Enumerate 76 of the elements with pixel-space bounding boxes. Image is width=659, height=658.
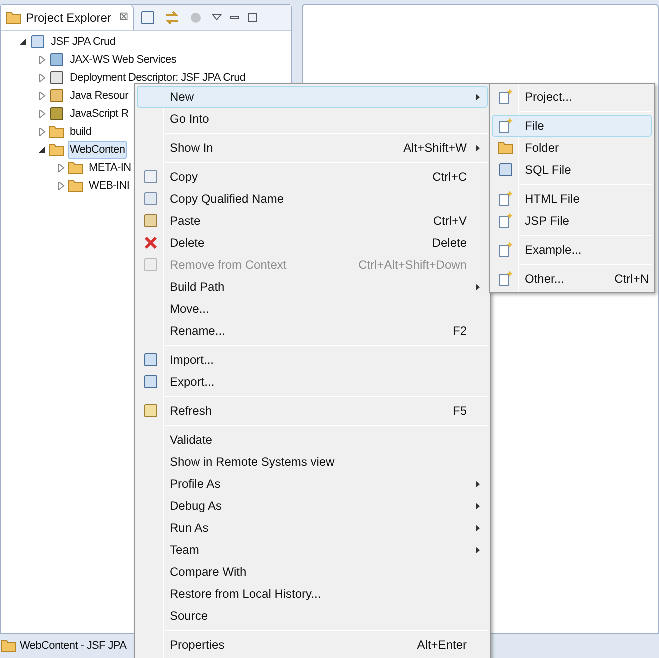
expanded-arrow-icon[interactable] — [38, 146, 46, 154]
tree-item[interactable]: JSF JPA Crud — [49, 33, 118, 51]
menu-item[interactable]: Build Path — [137, 276, 488, 298]
explorer-icon — [6, 10, 22, 24]
menu-item[interactable]: Other... Ctrl+N — [492, 268, 652, 290]
menu-item[interactable]: Show in Remote Systems view — [137, 451, 488, 473]
menu-item[interactable]: Restore from Local History... — [137, 583, 488, 605]
html-file-icon — [498, 191, 514, 207]
submenu-arrow-icon — [476, 480, 480, 488]
menu-item[interactable]: Move... — [137, 298, 488, 320]
submenu-arrow-icon — [476, 502, 480, 510]
menu-item[interactable]: New — [137, 86, 488, 108]
menu-item[interactable]: Example... — [492, 239, 652, 261]
menu-item[interactable]: Delete Delete — [137, 232, 488, 254]
menu-item[interactable]: Properties Alt+Enter — [137, 634, 488, 656]
menu-item[interactable]: Copy Ctrl+C — [137, 166, 488, 188]
menu-item[interactable]: Refresh F5 — [137, 400, 488, 422]
menu-item[interactable]: File — [492, 115, 652, 137]
maximize-icon[interactable] — [248, 12, 258, 22]
menu-item[interactable]: Paste Ctrl+V — [137, 210, 488, 232]
folder-icon — [68, 179, 84, 193]
folder-icon — [68, 161, 84, 175]
menu-item[interactable]: Source — [137, 605, 488, 627]
menu-item[interactable]: Show In Alt+Shift+W — [137, 137, 488, 159]
menu-item[interactable]: SQL File — [492, 159, 652, 181]
tree-item[interactable]: JavaScript R — [68, 105, 131, 123]
menu-item[interactable]: Profile As — [137, 473, 488, 495]
menu-item[interactable]: Compare With — [137, 561, 488, 583]
tree-item[interactable]: META-IN — [87, 159, 134, 177]
tree-item[interactable]: WebConten — [68, 141, 128, 159]
new-example-icon — [498, 242, 514, 258]
menu-item[interactable]: Team — [137, 539, 488, 561]
menu-item[interactable]: Validate — [137, 429, 488, 451]
submenu-arrow-icon — [476, 94, 480, 100]
collapsed-arrow-icon[interactable] — [57, 164, 65, 172]
menu-item[interactable]: Rename... F2 — [137, 320, 488, 342]
menu-item[interactable]: Run As — [137, 517, 488, 539]
tree-item[interactable]: WEB-INI — [87, 177, 132, 195]
new-file-icon — [498, 118, 514, 134]
new-project-icon — [498, 89, 514, 105]
tree-item[interactable]: JAX-WS Web Services — [68, 51, 179, 69]
collapsed-arrow-icon[interactable] — [38, 92, 46, 100]
jsp-file-icon — [498, 213, 514, 229]
submenu-arrow-icon — [476, 546, 480, 554]
delete-icon — [143, 235, 159, 251]
panel-tab[interactable]: Project Explorer ⊠ — [1, 5, 134, 30]
new-folder-icon — [498, 141, 514, 155]
folder-icon — [49, 125, 65, 139]
menu-item[interactable]: Debug As — [137, 495, 488, 517]
menu-item[interactable]: HTML File — [492, 188, 652, 210]
submenu-arrow-icon — [476, 524, 480, 532]
folder-icon — [1, 639, 17, 653]
menu-item[interactable]: Copy Qualified Name — [137, 188, 488, 210]
collapsed-arrow-icon[interactable] — [38, 128, 46, 136]
tree-item[interactable]: Deployment Descriptor: JSF JPA Crud — [68, 69, 248, 87]
menu-item[interactable]: Folder — [492, 137, 652, 159]
folder-icon — [49, 143, 65, 157]
menu-item[interactable]: Import... — [137, 349, 488, 371]
collapsed-arrow-icon[interactable] — [38, 56, 46, 64]
status-text: WebContent - JSF JPA — [20, 638, 127, 654]
link-icon[interactable] — [164, 10, 180, 26]
submenu-arrow-icon — [476, 144, 480, 152]
submenu-arrow-icon — [476, 284, 480, 290]
close-icon[interactable]: ⊠ — [119, 9, 128, 26]
collapsed-arrow-icon[interactable] — [38, 74, 46, 82]
tree-item[interactable]: build — [68, 123, 94, 141]
collapsed-arrow-icon[interactable] — [38, 110, 46, 118]
view-menu-icon[interactable] — [212, 14, 222, 22]
tree-item[interactable]: Java Resour — [68, 87, 130, 105]
collapsed-arrow-icon[interactable] — [57, 182, 65, 190]
menu-item[interactable]: JSP File — [492, 210, 652, 232]
menu-item[interactable]: Go Into — [137, 108, 488, 130]
new-other-icon — [498, 271, 514, 287]
menu-item[interactable]: Project... — [492, 86, 652, 108]
expanded-arrow-icon[interactable] — [19, 38, 27, 46]
menu-item[interactable]: Export... — [137, 371, 488, 393]
